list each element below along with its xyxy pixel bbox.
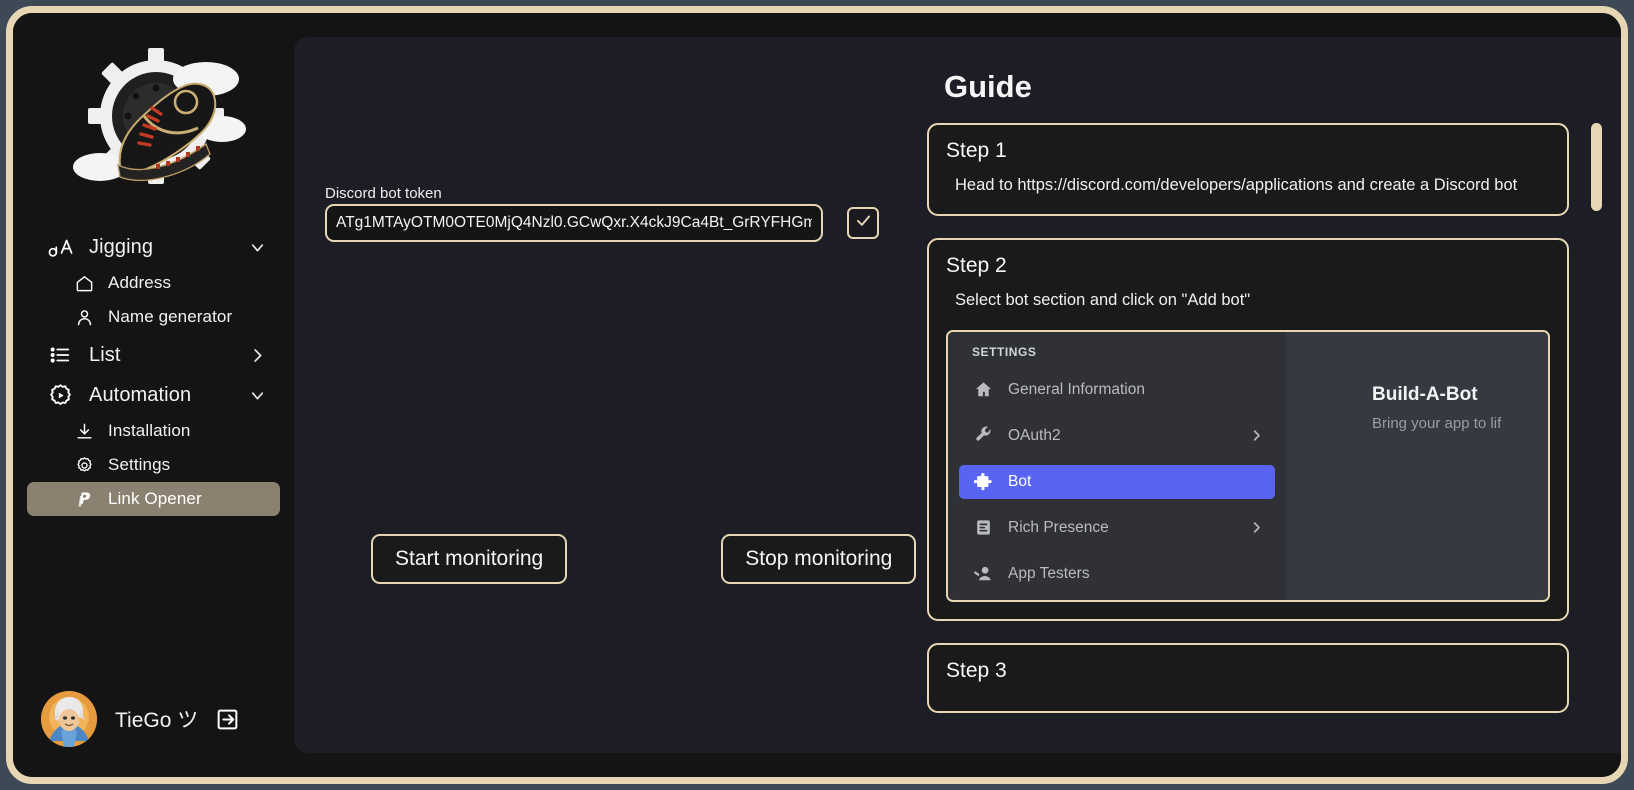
- guide-scrollbar[interactable]: [1591, 123, 1602, 733]
- discord-item-general-information: General Information: [959, 373, 1275, 407]
- guide-step-3: Step 3: [927, 642, 1569, 713]
- discord-item-label: Rich Presence: [1008, 518, 1109, 536]
- stop-monitoring-button[interactable]: Stop monitoring: [721, 534, 917, 584]
- sidebar-item-label: Installation: [108, 421, 191, 440]
- sidebar-item-automation[interactable]: Automation: [27, 376, 280, 414]
- step-text: Select bot section and click on "Add bot…: [955, 291, 1251, 310]
- confirm-token-button[interactable]: [847, 207, 879, 239]
- avatar[interactable]: [41, 691, 97, 747]
- guide-scrollbar-thumb[interactable]: [1591, 123, 1602, 211]
- step-title: Step 1: [946, 139, 1007, 162]
- main-content: Discord bot token Start monitoring Stop …: [294, 37, 1621, 753]
- monitor-panel: Discord bot token Start monitoring Stop …: [294, 37, 917, 753]
- chevron-down-icon[interactable]: [246, 236, 268, 258]
- sneaker-gear-logo-icon: [72, 47, 246, 184]
- step-title: Step 3: [946, 658, 1007, 682]
- chevron-right-icon: [1249, 520, 1264, 535]
- user-name: TieGo ツ: [115, 709, 199, 732]
- sidebar-nav: Jigging Address Name generator List Auto…: [13, 212, 294, 518]
- sidebar-item-address[interactable]: Address: [27, 266, 280, 300]
- token-field-label: Discord bot token: [325, 185, 442, 202]
- sidebar-item-label: Name generator: [108, 307, 233, 326]
- sidebar-item-label: List: [89, 343, 121, 366]
- home-icon: [73, 272, 95, 294]
- download-icon: [73, 420, 95, 442]
- sidebar-item-list[interactable]: List: [27, 336, 280, 374]
- discord-item-label: OAuth2: [1008, 426, 1061, 444]
- gear-play-icon: [47, 382, 73, 408]
- guide-panel: Guide Step 1 Head to https://discord.com…: [910, 37, 1621, 753]
- checkmark-icon: [854, 211, 873, 235]
- discord-item-label: App Testers: [1008, 564, 1090, 582]
- text-case-aA-icon: [47, 234, 73, 260]
- sidebar: Jigging Address Name generator List Auto…: [13, 13, 294, 777]
- list-icon: [47, 342, 73, 368]
- sidebar-item-label: Address: [108, 273, 172, 292]
- discord-item-app-testers: App Testers: [959, 557, 1275, 591]
- sidebar-item-link-opener[interactable]: Link Opener: [27, 482, 280, 516]
- app-logo: [13, 27, 294, 212]
- guide-step-2: Step 2 Select bot section and click on "…: [927, 238, 1569, 621]
- sidebar-item-label: Automation: [89, 383, 192, 406]
- sidebar-item-installation[interactable]: Installation: [27, 414, 280, 448]
- nav-group-list: List: [27, 336, 280, 374]
- token-row: [325, 204, 879, 242]
- discord-item-label: Bot: [1008, 472, 1032, 490]
- paypal-icon: [73, 488, 95, 510]
- chevron-right-icon: [1249, 428, 1264, 443]
- build-a-bot-subtitle: Bring your app to lif: [1372, 414, 1502, 432]
- token-input[interactable]: [325, 204, 823, 242]
- avatar-image: [41, 691, 97, 747]
- wrench-icon: [972, 425, 994, 447]
- discord-item-oauth2: OAuth2: [959, 419, 1275, 453]
- discord-item-bot: Bot: [959, 464, 1275, 499]
- monitor-buttons: Start monitoring Stop monitoring: [371, 534, 917, 584]
- step-title: Step 2: [946, 254, 1007, 278]
- sidebar-item-jigging[interactable]: Jigging: [27, 228, 280, 266]
- guide-title: Guide: [944, 69, 1032, 104]
- chevron-down-icon[interactable]: [246, 384, 268, 406]
- document-icon: [972, 517, 994, 539]
- sidebar-item-label: Settings: [108, 455, 171, 474]
- gear-icon: [73, 454, 95, 476]
- discord-settings-screenshot: SETTINGS General Information OAuth2 Bot …: [946, 329, 1550, 602]
- user-add-icon: [972, 563, 994, 585]
- step-text: Head to https://discord.com/developers/a…: [955, 176, 1518, 194]
- sidebar-item-name-generator[interactable]: Name generator: [27, 300, 280, 334]
- user-icon: [73, 306, 95, 328]
- chevron-right-icon[interactable]: [246, 344, 268, 366]
- nav-group-automation: Automation Installation Settings Link Op…: [27, 376, 280, 516]
- discord-item-rich-presence: Rich Presence: [959, 511, 1275, 545]
- guide-scroll-area[interactable]: Step 1 Head to https://discord.com/devel…: [927, 123, 1569, 753]
- app-window: Jigging Address Name generator List Auto…: [6, 6, 1628, 784]
- discord-item-label: General Information: [1008, 380, 1145, 398]
- user-profile: TieGo ツ: [13, 683, 294, 755]
- nav-group-jigging: Jigging Address Name generator: [27, 228, 280, 334]
- build-a-bot-title: Build-A-Bot: [1372, 383, 1478, 405]
- discord-settings-heading: SETTINGS: [972, 344, 1037, 359]
- sidebar-item-settings[interactable]: Settings: [27, 448, 280, 482]
- home-icon: [972, 379, 994, 401]
- discord-build-a-bot-panel: Build-A-Bot Bring your app to lif: [1286, 331, 1548, 600]
- sidebar-item-label: Jigging: [89, 235, 154, 258]
- puzzle-piece-icon: [972, 471, 994, 493]
- guide-step-1: Step 1 Head to https://discord.com/devel…: [927, 123, 1569, 217]
- start-monitoring-button[interactable]: Start monitoring: [371, 534, 568, 584]
- sidebar-item-label: Link Opener: [108, 489, 202, 508]
- logout-icon[interactable]: [214, 706, 240, 732]
- discord-settings-sidebar: SETTINGS General Information OAuth2 Bot …: [948, 331, 1286, 600]
